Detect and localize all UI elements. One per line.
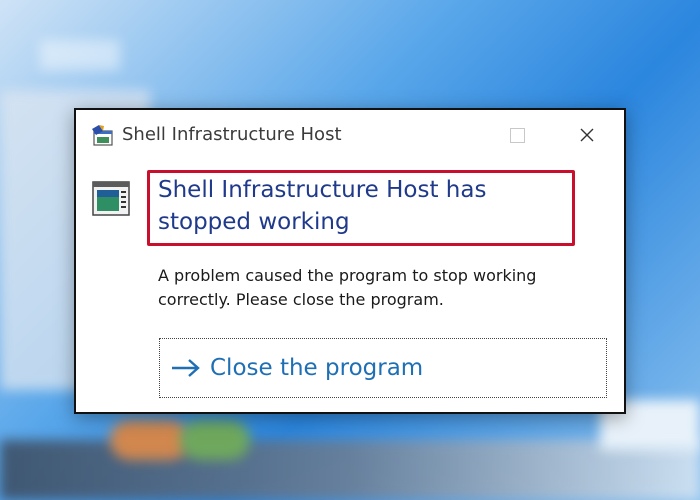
background-thumbnail-blur <box>180 420 250 460</box>
background-bar-blur <box>40 40 120 70</box>
window-title: Shell Infrastructure Host <box>122 124 342 145</box>
maximize-button[interactable] <box>500 120 534 150</box>
background-taskbar-blur <box>0 440 700 500</box>
error-message: A problem caused the program to stop wor… <box>158 266 537 309</box>
close-program-button[interactable]: Close the program <box>159 338 607 398</box>
app-window-icon <box>90 123 116 149</box>
close-icon <box>580 128 594 142</box>
arrow-right-icon <box>172 359 200 377</box>
program-window-icon <box>92 180 130 218</box>
error-headline: Shell Infrastructure Host has stopped wo… <box>158 177 487 235</box>
dialog-titlebar[interactable]: Shell Infrastructure Host <box>76 110 624 162</box>
maximize-icon <box>509 127 525 143</box>
close-button[interactable] <box>570 120 604 150</box>
close-program-label: Close the program <box>210 355 424 381</box>
error-dialog: Shell Infrastructure Host Shell Infrastr… <box>74 108 626 414</box>
background-thumbnail-blur <box>110 420 190 460</box>
